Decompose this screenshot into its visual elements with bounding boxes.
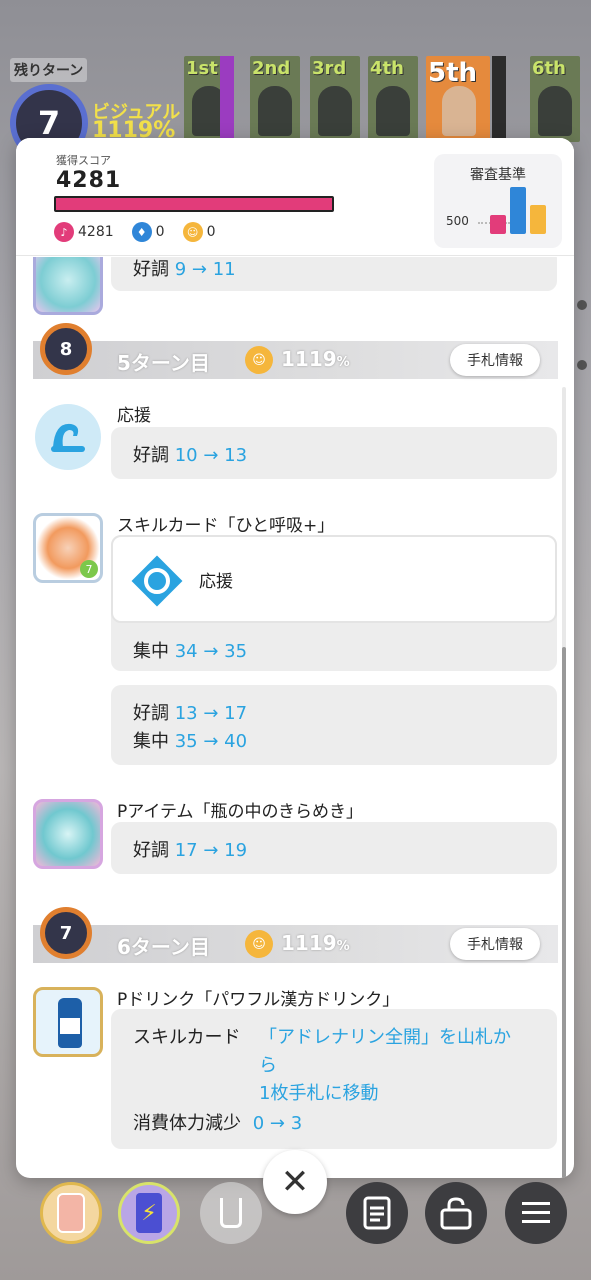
strawberry-drink-icon — [57, 1193, 85, 1233]
criteria-bar-visual — [530, 205, 546, 234]
close-icon: ✕ — [280, 1162, 310, 1202]
turn-6-header: 6ターン目 ☺ 1119% 手札情報 — [33, 925, 558, 963]
dance-score: 0 — [155, 224, 165, 240]
effect-text: 1枚手札に移動 — [259, 1083, 379, 1104]
visual-icon: ☺ — [245, 930, 273, 958]
rank-slot-4: 4th — [368, 56, 418, 142]
turn-name: 6ターン目 — [117, 935, 210, 959]
drink-bottle-icon — [33, 987, 103, 1057]
edge-dot — [577, 360, 587, 370]
background-hud: 残りターン 7 ビジュアル 1119% 1st 2nd 3rd 4th 5th … — [0, 0, 591, 162]
stat-name: 集中 — [133, 731, 169, 752]
criteria-bar-vocal — [490, 215, 506, 234]
stat-change: 34 → 35 — [174, 641, 248, 662]
unlock-icon — [440, 1197, 472, 1230]
rank-bar — [492, 56, 506, 142]
stat-change: 9 → 11 — [174, 259, 236, 280]
turn-6-badge: 7 — [40, 907, 92, 959]
criteria-axis-label: 500 — [446, 214, 469, 228]
cheer-icon — [33, 402, 103, 472]
sub-effect-title: 応援 — [199, 572, 233, 592]
idol-silhouette-icon — [318, 86, 352, 136]
effect-panel: 好調 17 → 19 — [111, 822, 557, 874]
turns-left-label: 残りターン — [10, 58, 88, 82]
card-cost-icon: 7 — [80, 560, 98, 578]
turn-percent: 1119% — [281, 347, 350, 371]
score-progress-bar — [54, 196, 334, 212]
drink-slot-energy[interactable]: ⚡ — [118, 1182, 180, 1244]
menu-button[interactable] — [505, 1182, 567, 1244]
hand-info-button[interactable]: 手札情報 — [450, 344, 540, 376]
hand-info-button[interactable]: 手札情報 — [450, 928, 540, 960]
p-drink-title: Pドリンク「パワフル漢方ドリンク」 — [117, 990, 400, 1010]
effect-panel: 好調 10 → 13 — [111, 427, 557, 479]
idol-silhouette-icon — [538, 86, 572, 136]
stat-name: 消費体力減少 — [133, 1113, 241, 1134]
stat-change: 10 → 13 — [174, 445, 248, 466]
effect-panel: 好調 13 → 17 集中 35 → 40 — [111, 685, 557, 765]
unlock-button[interactable] — [425, 1182, 487, 1244]
stat-change: 13 → 17 — [174, 703, 248, 724]
bottle-item-icon — [33, 257, 103, 315]
visual-score-small: 0 — [206, 224, 216, 240]
document-icon — [363, 1196, 391, 1230]
effect-label: スキルカード — [133, 1027, 241, 1048]
skill-card-title: スキルカード「ひと呼吸+」 — [117, 516, 335, 536]
lightning-drink-icon: ⚡ — [136, 1193, 162, 1233]
turn-5-badge: 8 — [40, 323, 92, 375]
score-header: 獲得スコア 4281 ♪ 4281 ♦ 0 ☺ 0 審査基準 500 — [16, 138, 574, 256]
rank-bar — [220, 56, 234, 142]
attribute-scores: ♪ 4281 ♦ 0 ☺ 0 — [54, 222, 215, 242]
edge-dot — [577, 300, 587, 310]
stat-change: 35 → 40 — [174, 731, 248, 752]
sub-effect-card: 応援 — [111, 535, 557, 623]
close-button[interactable]: ✕ — [263, 1150, 327, 1214]
effect-text: 「アドレナリン全開」を山札か — [259, 1027, 511, 1048]
effect-text: ら — [259, 1055, 277, 1076]
stat-name: 好調 — [133, 259, 169, 280]
judging-criteria[interactable]: 審査基準 500 — [434, 154, 562, 248]
document-button[interactable] — [346, 1182, 408, 1244]
idol-portrait-icon — [442, 86, 476, 136]
criteria-title: 審査基準 — [470, 167, 526, 183]
scrollbar-thumb[interactable] — [562, 647, 566, 1178]
rank-slot-5-player: 5th — [426, 56, 490, 142]
turn-5-header: 5ターン目 ☺ 1119% 手札情報 — [33, 341, 558, 379]
effect-panel: スキルカード 「アドレナリン全開」を山札か ら 1枚手札に移動 消費体力減少 0… — [111, 1009, 557, 1149]
effect-panel: 好調 9 → 11 — [111, 257, 557, 291]
p-item-title: Pアイテム「瓶の中のきらめき」 — [117, 802, 364, 822]
empty-cup-icon — [220, 1198, 242, 1228]
score-value: 4281 — [56, 168, 122, 193]
turn-name: 5ターン目 — [117, 351, 210, 375]
rank-slot-6: 6th — [530, 56, 580, 142]
stat-name: 好調 — [133, 840, 169, 861]
criteria-bar-dance — [510, 187, 526, 234]
visual-icon: ☺ — [182, 222, 203, 242]
bottle-item-icon — [33, 799, 103, 869]
stat-change: 0 → 3 — [252, 1113, 303, 1134]
idol-silhouette-icon — [376, 86, 410, 136]
drink-slot-strawberry[interactable] — [40, 1182, 102, 1244]
visual-icon: ☺ — [245, 346, 273, 374]
stat-change: 17 → 19 — [174, 840, 248, 861]
turn-percent: 1119% — [281, 931, 350, 955]
drink-slot-empty[interactable] — [200, 1182, 262, 1244]
stat-name: 集中 — [133, 641, 169, 662]
rank-slot-2: 2nd — [250, 56, 300, 142]
cheer-diamond-icon — [127, 551, 187, 611]
hamburger-menu-icon — [522, 1202, 550, 1223]
idol-silhouette-icon — [258, 86, 292, 136]
skill-card-icon: 7 — [33, 513, 103, 583]
vocal-score: 4281 — [78, 224, 114, 240]
rank-slot-3: 3rd — [310, 56, 360, 142]
turn-log-list[interactable]: 好調 9 → 11 5ターン目 ☺ 1119% 手札情報 8 応援 好調 10 … — [16, 257, 574, 1178]
stat-name: 好調 — [133, 445, 169, 466]
stat-name: 好調 — [133, 703, 169, 724]
dance-icon: ♦ — [131, 222, 152, 242]
turn-log-modal: 獲得スコア 4281 ♪ 4281 ♦ 0 ☺ 0 審査基準 500 好調 9 … — [16, 138, 574, 1178]
vocal-icon: ♪ — [54, 222, 74, 242]
cheer-title: 応援 — [117, 406, 151, 426]
score-caption: 獲得スコア — [56, 154, 111, 167]
